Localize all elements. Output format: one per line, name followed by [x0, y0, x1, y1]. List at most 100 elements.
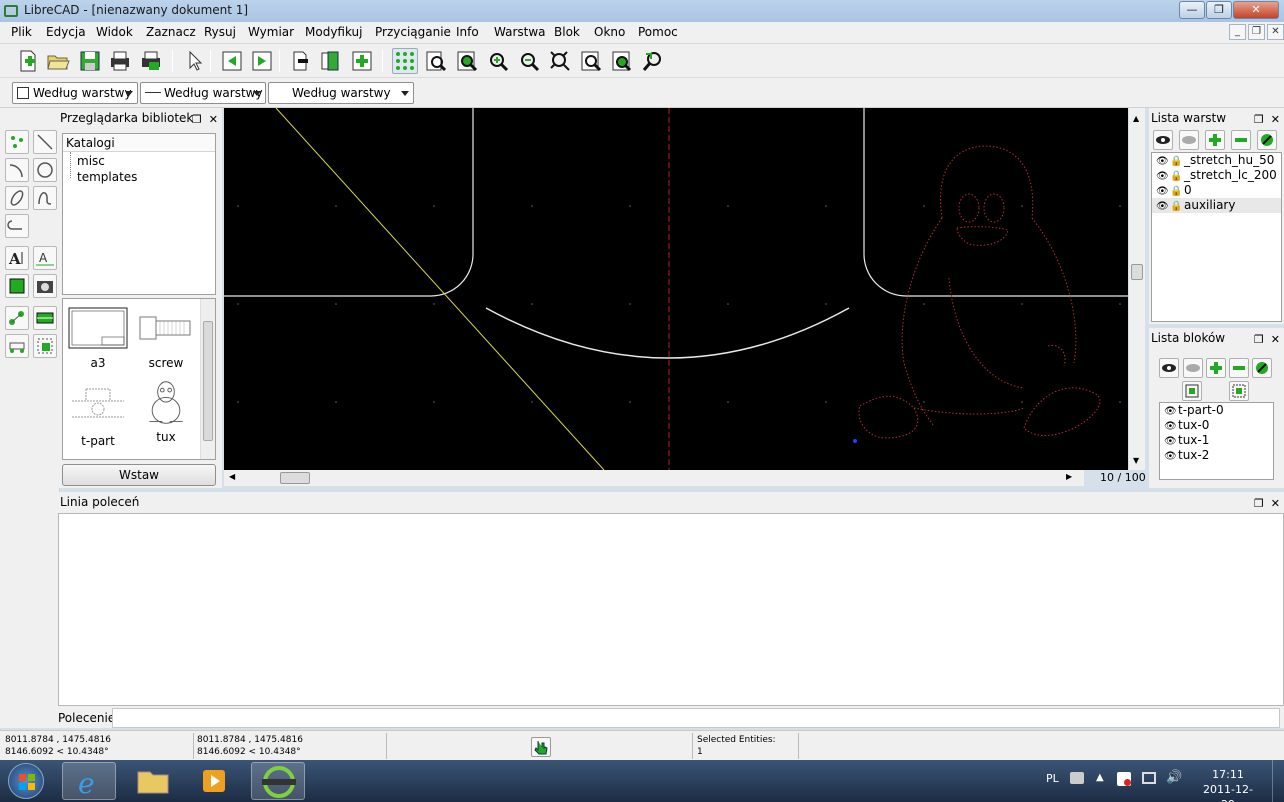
start-button[interactable] — [8, 763, 44, 799]
mdi-minimize-icon[interactable]: _ — [1229, 24, 1246, 40]
menu-przyciaganie[interactable]: Przyciąganie — [375, 25, 451, 39]
canvas-hscroll-thumb[interactable] — [280, 472, 310, 484]
float-dock-icon[interactable]: ❐ — [192, 113, 202, 126]
show-desktop-button[interactable] — [1272, 760, 1284, 802]
menu-widok[interactable]: Widok — [96, 25, 133, 39]
add-block-icon[interactable] — [1206, 358, 1226, 378]
arc-tool-icon[interactable] — [5, 158, 29, 182]
close-button[interactable]: ✕ — [1233, 1, 1279, 19]
point-tool-icon[interactable] — [5, 130, 29, 154]
menu-rysuj[interactable]: Rysuj — [204, 25, 236, 39]
block-row[interactable]: 👁t-part-0 — [1160, 403, 1273, 418]
lock-icon[interactable]: 🔒 — [1170, 184, 1182, 199]
tree-item-templates[interactable]: templates — [77, 170, 137, 184]
ellipse-tool-icon[interactable] — [5, 186, 29, 210]
scroll-down-icon[interactable]: ▼ — [1133, 456, 1139, 465]
snap-tool-icon[interactable] — [33, 306, 57, 330]
menu-wymiar[interactable]: Wymiar — [248, 25, 294, 39]
block-row[interactable]: 👁tux-2 — [1160, 448, 1273, 463]
menu-modyfikuj[interactable]: Modyfikuj — [305, 25, 363, 39]
zoom-auto-icon[interactable] — [547, 48, 573, 74]
tray-expand-icon[interactable]: ▲ — [1096, 772, 1104, 783]
system-clock[interactable]: 17:11 2011-12-29 — [1198, 767, 1258, 802]
menu-warstwa[interactable]: Warstwa — [494, 25, 546, 39]
close-dock-icon[interactable]: ✕ — [1271, 333, 1280, 346]
menu-info[interactable]: Info — [456, 25, 479, 39]
canvas-horizontal-scrollbar[interactable]: ◀ ▶ — [224, 470, 1084, 486]
select-pointer-icon[interactable] — [181, 48, 207, 74]
remove-block-icon[interactable] — [1229, 358, 1249, 378]
drawing-canvas[interactable] — [224, 107, 1128, 471]
eye-icon[interactable]: 👁 — [1164, 434, 1177, 449]
eye-icon[interactable]: 👁 — [1156, 184, 1169, 199]
insert-button[interactable]: Wstaw — [62, 464, 216, 486]
layer-row-selected[interactable]: 👁🔒 auxiliary — [1152, 198, 1281, 213]
eye-icon[interactable]: 👁 — [1164, 419, 1177, 434]
print-icon[interactable] — [107, 48, 133, 74]
language-indicator[interactable]: PL — [1046, 772, 1059, 785]
volume-icon[interactable]: 🔊 — [1166, 770, 1182, 785]
open-file-icon[interactable] — [45, 48, 71, 74]
float-dock-icon[interactable]: ❐ — [1254, 497, 1264, 510]
thumb-t-part[interactable]: t-part — [65, 383, 131, 448]
print-preview-icon[interactable] — [138, 48, 164, 74]
zoom-in-icon[interactable] — [485, 48, 511, 74]
block-row[interactable]: 👁tux-0 — [1160, 418, 1273, 433]
zoom-previous-icon[interactable] — [578, 48, 604, 74]
add-layer-icon[interactable] — [1205, 130, 1225, 150]
lock-icon[interactable]: 🔒 — [1170, 169, 1182, 184]
menu-zaznacz[interactable]: Zaznacz — [146, 25, 196, 39]
text-tool-icon[interactable]: A — [5, 246, 29, 270]
zoom-redraw-icon[interactable] — [609, 48, 635, 74]
close-dock-icon[interactable]: ✕ — [1271, 113, 1280, 126]
float-dock-icon[interactable]: ❐ — [1254, 113, 1264, 126]
thumb-screw[interactable]: screw — [133, 305, 199, 370]
menu-edycja[interactable]: Edycja — [46, 25, 86, 39]
paste-icon[interactable] — [349, 48, 375, 74]
dimension-tool-icon[interactable]: A — [33, 246, 57, 270]
line-tool-icon[interactable] — [33, 130, 57, 154]
scroll-left-icon[interactable]: ◀ — [229, 472, 235, 481]
mdi-close-icon[interactable]: ✕ — [1267, 24, 1284, 40]
grid-toggle-icon[interactable] — [392, 48, 418, 74]
copy-icon[interactable] — [317, 48, 343, 74]
linetype-combo[interactable]: Według warstwy — [268, 82, 414, 104]
menu-okno[interactable]: Okno — [594, 25, 625, 39]
layer-row[interactable]: 👁🔒 _stretch_hu_50 — [1152, 153, 1281, 168]
hide-all-layers-icon[interactable] — [1179, 130, 1199, 150]
hide-all-blocks-icon[interactable] — [1183, 358, 1203, 378]
edit-layer-icon[interactable] — [1257, 130, 1277, 150]
tree-item-misc[interactable]: misc — [77, 154, 105, 168]
eye-icon[interactable]: 👁 — [1156, 154, 1169, 169]
scroll-right-icon[interactable]: ▶ — [1066, 472, 1072, 481]
eye-icon[interactable]: 👁 — [1156, 169, 1169, 184]
minimize-button[interactable]: — — [1179, 1, 1205, 19]
image-tool-icon[interactable] — [33, 274, 57, 298]
eye-icon[interactable]: 👁 — [1164, 449, 1177, 464]
canvas-vertical-scrollbar[interactable]: ▲ ▼ — [1129, 108, 1145, 470]
taskbar-media-player[interactable] — [188, 762, 242, 800]
show-all-blocks-icon[interactable] — [1159, 358, 1179, 378]
modify-tool-icon[interactable] — [5, 306, 29, 330]
library-scrollbar[interactable] — [200, 299, 215, 459]
edit-block-icon[interactable] — [1252, 358, 1272, 378]
thumb-a3[interactable]: a3 — [65, 305, 131, 370]
thumb-tux[interactable]: tux — [133, 379, 199, 444]
show-all-layers-icon[interactable] — [1153, 130, 1173, 150]
circle-tool-icon[interactable] — [33, 158, 57, 182]
taskbar-librecad[interactable] — [251, 762, 305, 800]
maximize-button[interactable]: ❐ — [1206, 1, 1232, 19]
lock-icon[interactable]: 🔒 — [1170, 199, 1182, 214]
close-dock-icon[interactable]: ✕ — [209, 113, 218, 126]
mdi-restore-icon[interactable]: ❐ — [1248, 24, 1265, 40]
cut-icon[interactable] — [287, 48, 313, 74]
polyline-tool-icon[interactable] — [5, 214, 29, 238]
width-combo[interactable]: Według warstwy — [140, 82, 266, 104]
canvas-vscroll-thumb[interactable] — [1131, 264, 1143, 280]
layer-row[interactable]: 👁🔒 0 — [1152, 183, 1281, 198]
redo-icon[interactable] — [249, 48, 275, 74]
zoom-pan-icon[interactable] — [640, 48, 666, 74]
menu-plik[interactable]: Plik — [11, 25, 32, 39]
library-scroll-thumb[interactable] — [203, 321, 213, 441]
remove-layer-icon[interactable] — [1231, 130, 1251, 150]
